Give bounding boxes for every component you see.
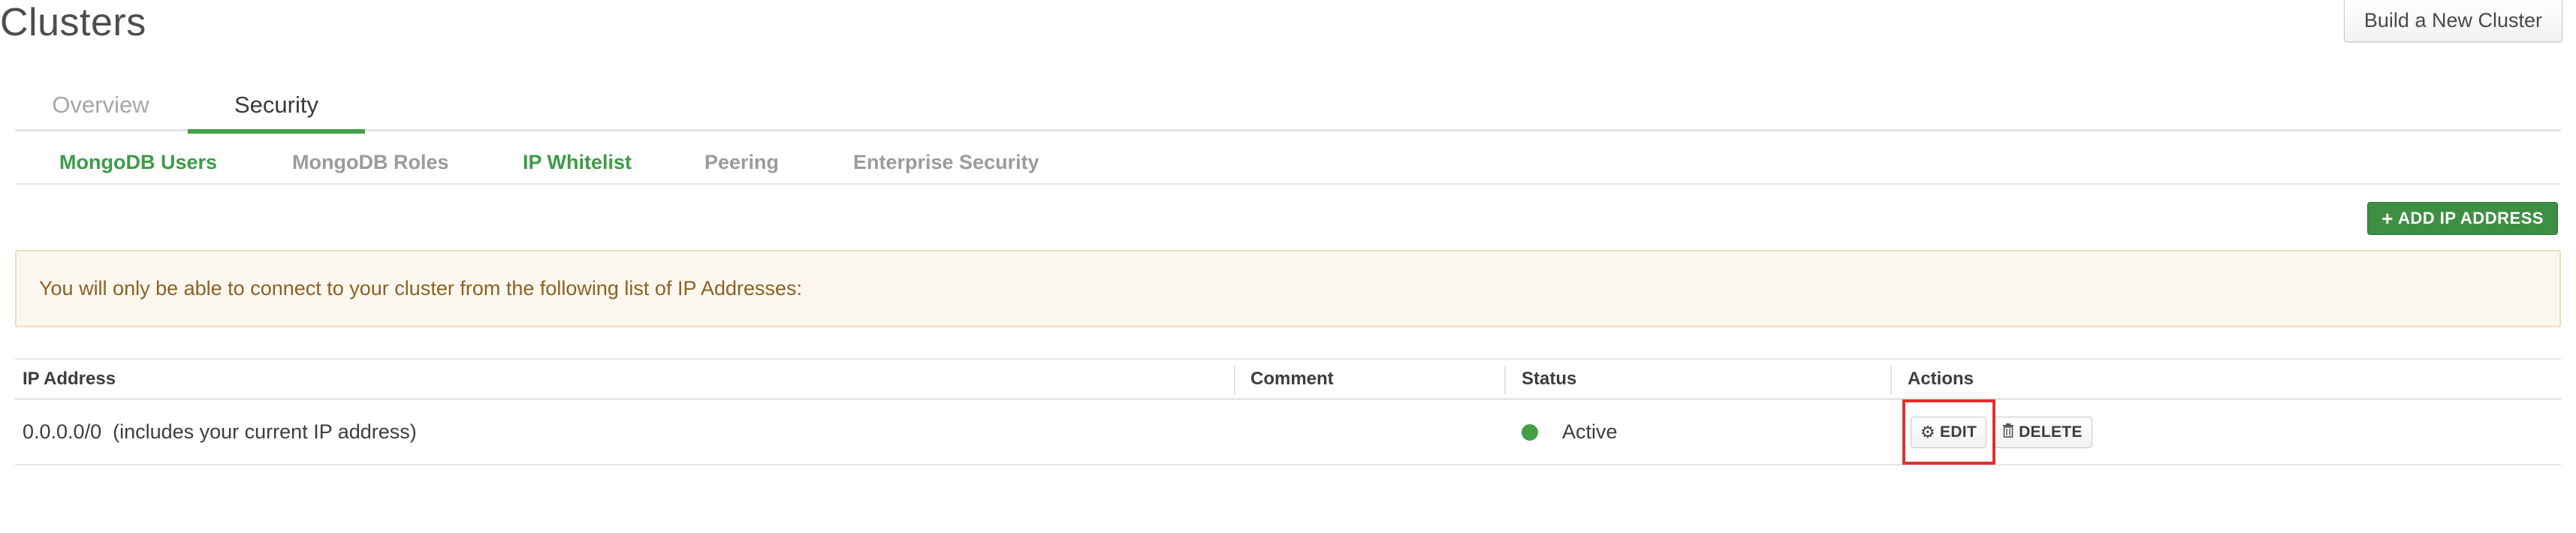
ip-address-cell: 0.0.0.0/0 (includes your current IP addr… <box>23 420 417 443</box>
column-divider <box>1504 366 1506 394</box>
add-ip-address-label: ADD IP ADDRESS <box>2397 209 2544 227</box>
column-header-status: Status <box>1522 368 1577 389</box>
column-header-comment: Comment <box>1250 368 1334 389</box>
primary-tabs: Overview Security <box>15 79 2561 134</box>
secondary-tabs: MongoDB Users MongoDB Roles IP Whitelist… <box>15 141 2561 185</box>
subtab-enterprise-security[interactable]: Enterprise Security <box>853 141 1039 183</box>
gear-icon: ⚙ <box>1920 422 1936 441</box>
status-cell: Active <box>1522 400 1618 464</box>
add-ip-address-button[interactable]: + ADD IP ADDRESS <box>2367 202 2558 235</box>
delete-label: DELETE <box>2019 423 2083 441</box>
actions-cell: ⚙ EDIT DELETE <box>1911 400 2092 464</box>
tab-overview[interactable]: Overview <box>15 79 186 131</box>
subtab-mongodb-roles[interactable]: MongoDB Roles <box>292 141 449 183</box>
status-label: Active <box>1562 420 1618 443</box>
column-divider <box>1234 366 1235 394</box>
status-dot-icon <box>1522 423 1538 441</box>
column-header-ip-address: IP Address <box>23 368 116 389</box>
table-header: IP Address Comment Status Actions <box>15 358 2561 400</box>
delete-button[interactable]: DELETE <box>1992 416 2092 448</box>
alert-message: You will only be able to connect to your… <box>39 277 803 300</box>
subtab-peering[interactable]: Peering <box>704 141 779 183</box>
table-row: 0.0.0.0/0 (includes your current IP addr… <box>15 400 2561 465</box>
edit-button[interactable]: ⚙ EDIT <box>1911 416 1987 448</box>
column-divider <box>1890 366 1892 394</box>
build-new-cluster-button[interactable]: Build a New Cluster <box>2343 0 2562 42</box>
subtab-ip-whitelist[interactable]: IP Whitelist <box>523 141 632 183</box>
plus-icon: + <box>2381 207 2394 230</box>
column-header-actions: Actions <box>1908 368 1974 389</box>
page: Clusters Build a New Cluster Overview Se… <box>0 0 2576 533</box>
ip-access-alert: You will only be able to connect to your… <box>15 250 2561 327</box>
subtab-mongodb-users[interactable]: MongoDB Users <box>59 141 217 183</box>
edit-label: EDIT <box>1940 423 1977 441</box>
trash-icon <box>2002 423 2014 442</box>
tab-security[interactable]: Security <box>188 79 365 134</box>
page-title: Clusters <box>0 1 146 44</box>
ip-whitelist-table: IP Address Comment Status Actions 0.0.0.… <box>15 358 2561 465</box>
